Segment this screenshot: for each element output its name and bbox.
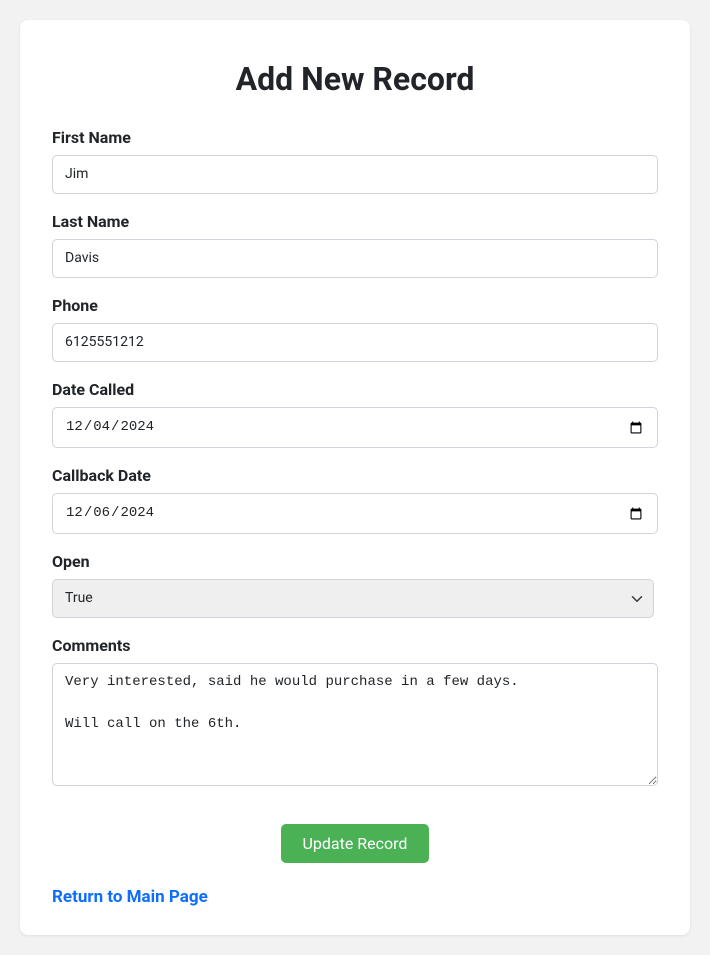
callback-date-input[interactable]: [52, 493, 658, 534]
phone-input[interactable]: [52, 323, 658, 362]
record-form-card: Add New Record First Name Last Name Phon…: [20, 20, 690, 935]
callback-date-label: Callback Date: [52, 466, 658, 485]
last-name-input[interactable]: [52, 239, 658, 278]
field-callback-date: Callback Date: [52, 466, 658, 534]
date-called-input[interactable]: [52, 407, 658, 448]
field-open: Open True: [52, 552, 654, 618]
comments-label: Comments: [52, 636, 658, 655]
open-label: Open: [52, 552, 654, 571]
first-name-input[interactable]: [52, 155, 658, 194]
date-called-label: Date Called: [52, 380, 658, 399]
open-select[interactable]: True: [52, 579, 654, 618]
page-title: Add New Record: [52, 60, 658, 98]
return-main-page-link[interactable]: Return to Main Page: [52, 887, 208, 907]
update-record-button[interactable]: Update Record: [281, 824, 430, 863]
field-last-name: Last Name: [52, 212, 658, 278]
field-date-called: Date Called: [52, 380, 658, 448]
field-comments: Comments Very interested, said he would …: [52, 636, 658, 790]
field-phone: Phone: [52, 296, 658, 362]
button-row: Update Record: [52, 824, 658, 863]
comments-textarea[interactable]: Very interested, said he would purchase …: [52, 663, 658, 786]
field-first-name: First Name: [52, 128, 658, 194]
first-name-label: First Name: [52, 128, 658, 147]
phone-label: Phone: [52, 296, 658, 315]
last-name-label: Last Name: [52, 212, 658, 231]
